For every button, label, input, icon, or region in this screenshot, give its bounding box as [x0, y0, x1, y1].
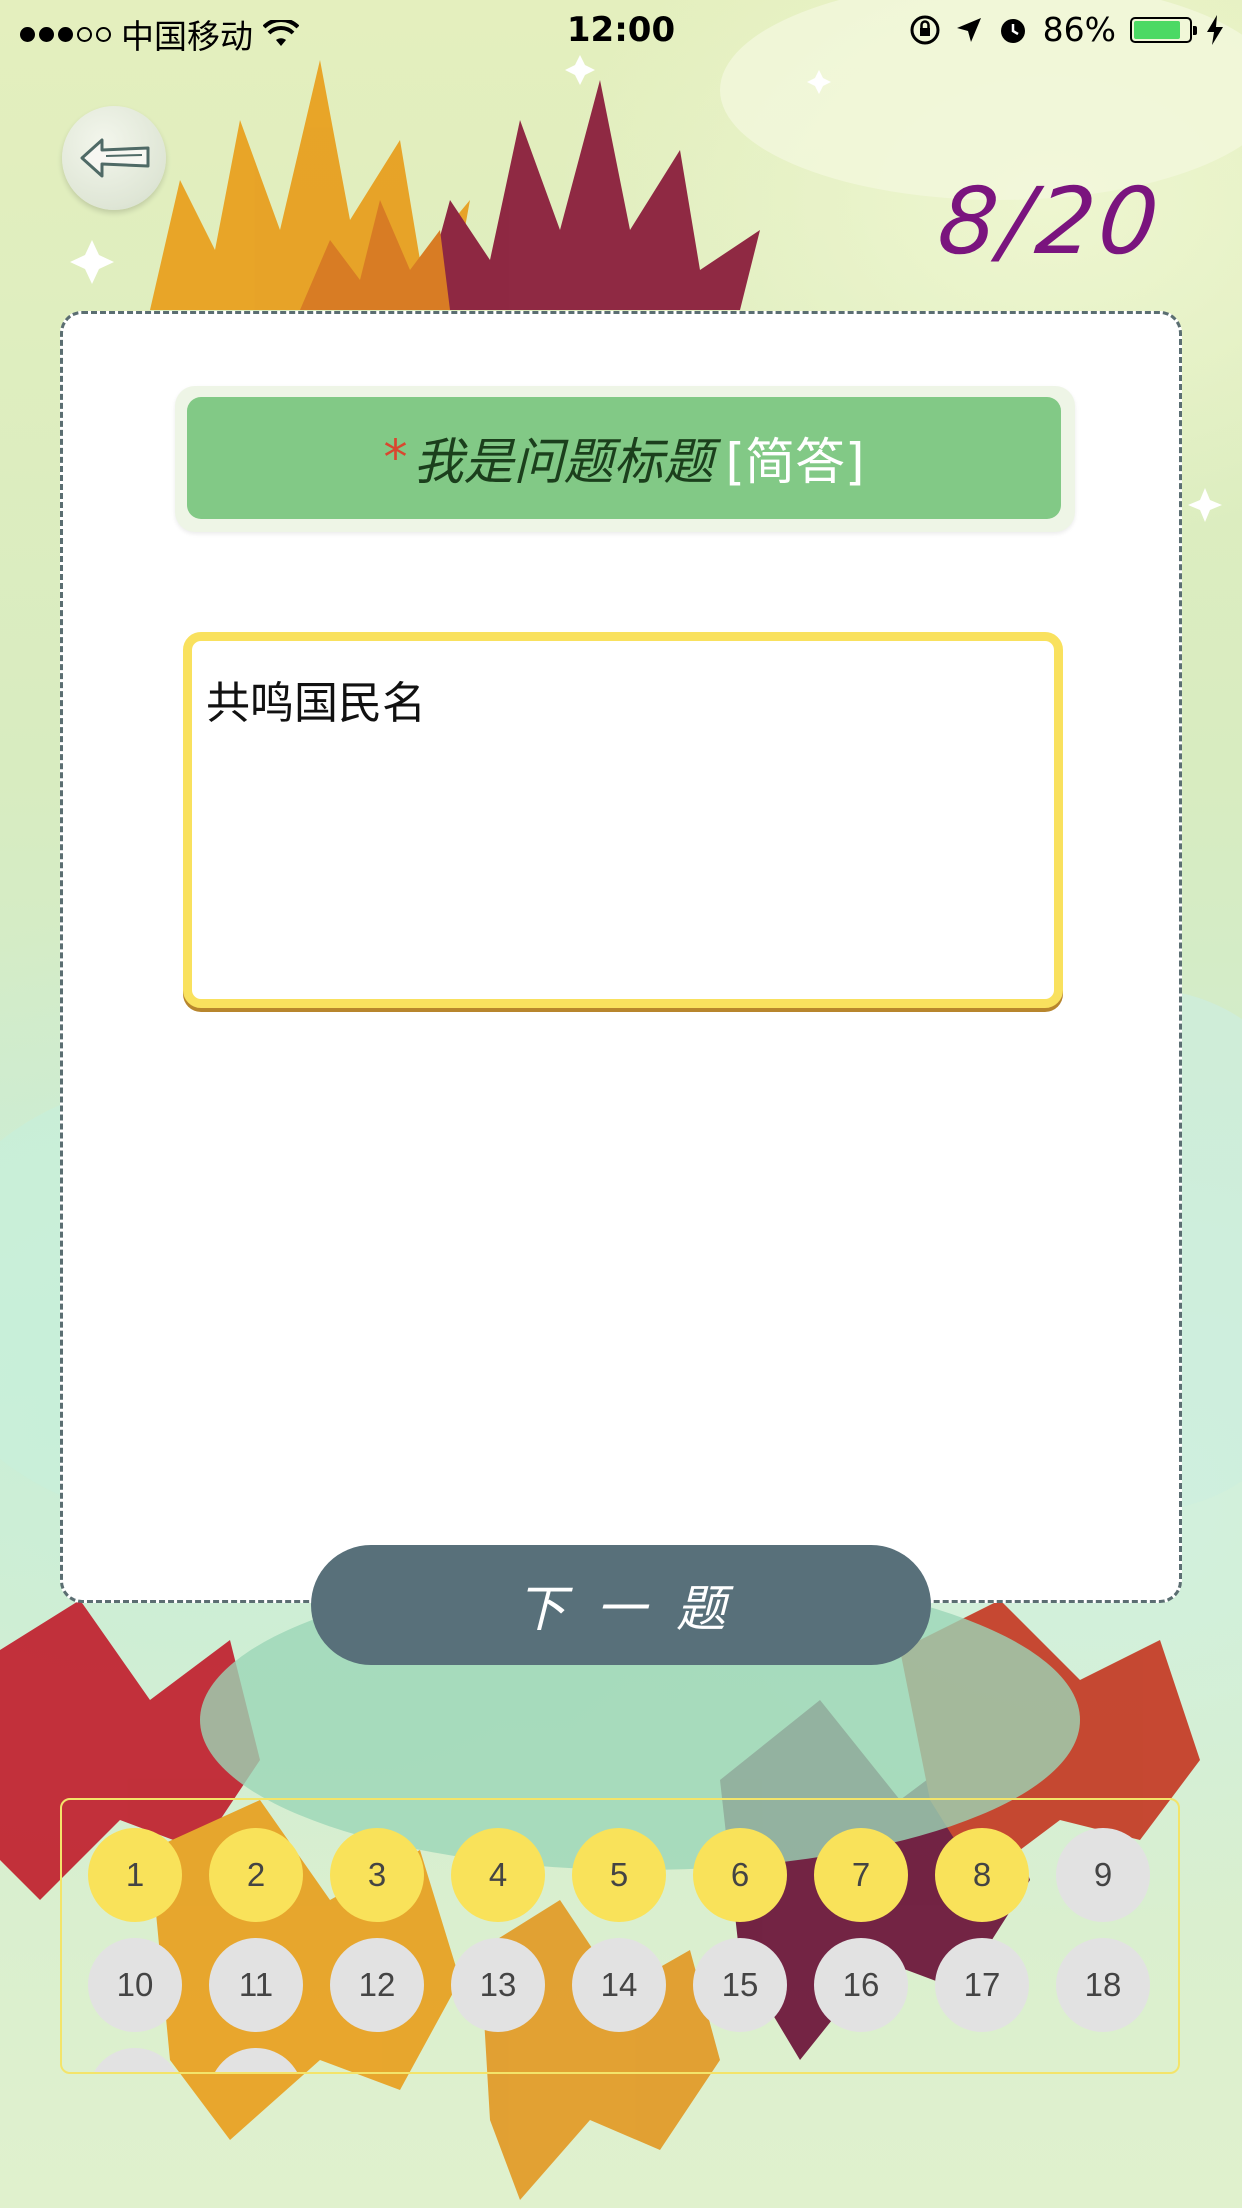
- question-number-button[interactable]: 3: [330, 1828, 424, 1922]
- rotation-lock-icon: [910, 15, 940, 44]
- required-mark: *: [383, 430, 408, 486]
- question-number-button[interactable]: 6: [693, 1828, 787, 1922]
- answer-textarea[interactable]: 共鸣国民名: [183, 632, 1063, 1008]
- question-navigator: 1 2 3 4 5 6 7 8 9 10 11 12 13 14 15 16 17 18: [60, 1798, 1180, 2074]
- question-number-button[interactable]: 12: [330, 1938, 424, 2032]
- question-number-button[interactable]: 5: [572, 1828, 666, 1922]
- status-bar: 中国移动 12:00 86%: [0, 0, 1242, 60]
- back-button[interactable]: [62, 106, 166, 210]
- status-right: 86%: [909, 10, 1224, 49]
- question-number-button[interactable]: 9: [1056, 1828, 1150, 1922]
- question-number-button[interactable]: 4: [451, 1828, 545, 1922]
- question-number-button[interactable]: 13: [451, 1938, 545, 2032]
- question-number-button[interactable]: 11: [209, 1938, 303, 2032]
- progress-counter: 8/20: [933, 168, 1168, 275]
- question-number-button[interactable]: 7: [814, 1828, 908, 1922]
- question-number-button[interactable]: [209, 2048, 303, 2072]
- question-card: * 我是问题标题 [简答] 共鸣国民名: [60, 311, 1182, 1603]
- battery-percent: 86%: [1042, 10, 1116, 49]
- question-number-button[interactable]: 14: [572, 1938, 666, 2032]
- question-type-tag: [简答]: [725, 433, 865, 491]
- question-number-button[interactable]: 8: [935, 1828, 1029, 1922]
- question-number-button[interactable]: 15: [693, 1938, 787, 2032]
- charging-bolt-icon: [1207, 14, 1223, 45]
- next-question-button[interactable]: 下一题: [311, 1545, 931, 1665]
- question-number-button[interactable]: 10: [88, 1938, 182, 2032]
- location-arrow-icon: [956, 17, 981, 42]
- question-number-button[interactable]: 1: [88, 1828, 182, 1922]
- question-number-button[interactable]: 18: [1056, 1938, 1150, 2032]
- battery-level: [1134, 20, 1181, 39]
- battery-icon: [1130, 16, 1197, 43]
- back-arrow-icon: [80, 138, 150, 178]
- question-number-button[interactable]: 17: [935, 1938, 1029, 2032]
- question-number-grid: 1 2 3 4 5 6 7 8 9 10 11 12 13 14 15 16 17 18: [88, 1828, 1150, 2072]
- alarm-icon: [1000, 18, 1025, 43]
- question-number-button[interactable]: 2: [209, 1828, 303, 1922]
- question-title-frame: * 我是问题标题 [简答]: [175, 386, 1075, 532]
- question-title: 我是问题标题: [413, 433, 714, 491]
- question-number-button[interactable]: [88, 2048, 182, 2072]
- question-number-button[interactable]: 16: [814, 1938, 908, 2032]
- question-title-bar: * 我是问题标题 [简答]: [187, 397, 1061, 519]
